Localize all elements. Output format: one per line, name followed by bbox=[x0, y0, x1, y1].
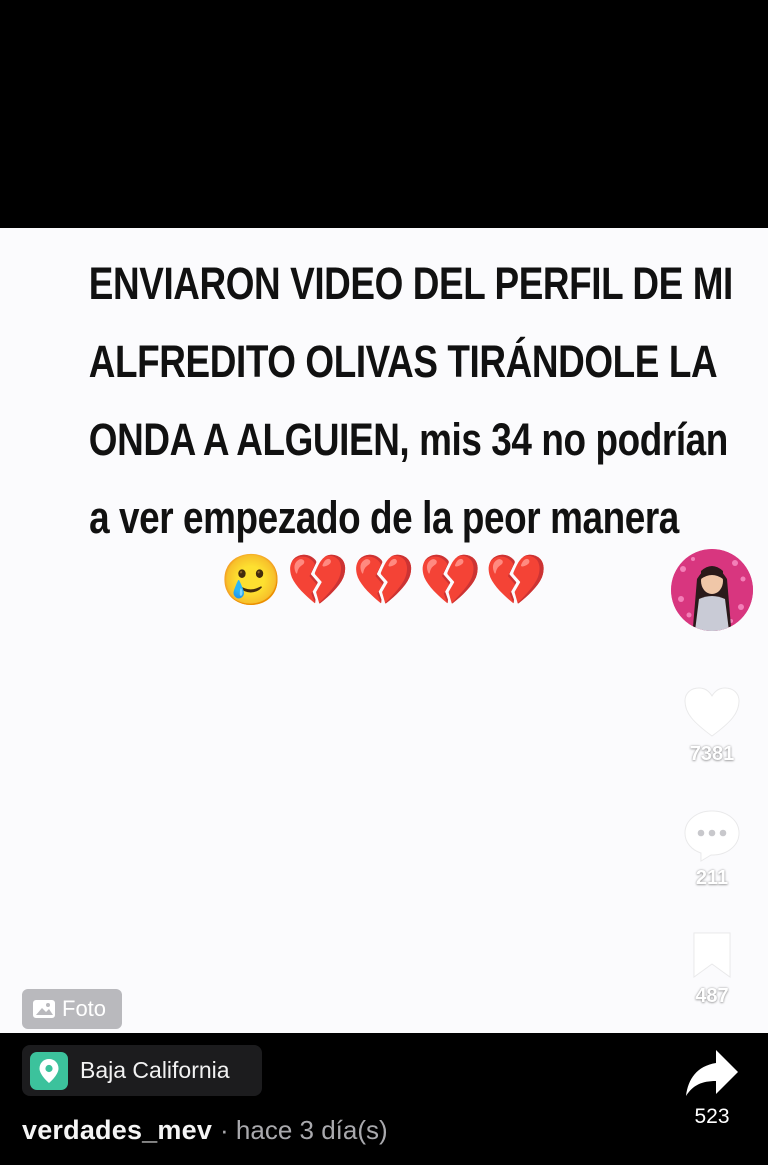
share-arrow-icon bbox=[686, 1050, 738, 1096]
author-avatar[interactable] bbox=[671, 549, 753, 631]
broken-heart-emoji: 💔 bbox=[485, 551, 548, 609]
media-type-badge: Foto bbox=[22, 989, 122, 1029]
tearful-smile-emoji: 🥲 bbox=[220, 551, 283, 609]
broken-heart-emoji: 💔 bbox=[286, 551, 349, 609]
comment-count: 211 bbox=[695, 867, 729, 889]
post-text-line: ALFREDITO OLIVAS TIRÁNDOLE LA bbox=[88, 336, 718, 387]
location-pin-icon bbox=[30, 1051, 68, 1090]
post-text-line: ONDA A ALGUIEN, mis 34 no podrían bbox=[88, 414, 729, 465]
like-button[interactable]: 7381 bbox=[680, 686, 744, 766]
comment-bubble-icon bbox=[684, 810, 740, 862]
broken-heart-emoji: 💔 bbox=[419, 551, 482, 609]
like-count: 7381 bbox=[689, 743, 735, 765]
location-chip[interactable]: Baja California bbox=[22, 1045, 262, 1096]
share-button[interactable]: 523 bbox=[680, 1048, 744, 1129]
post-timestamp: · hace 3 día(s) bbox=[220, 1115, 388, 1145]
heart-icon bbox=[684, 687, 740, 737]
save-button[interactable]: 487 bbox=[680, 930, 744, 1008]
post-caption-image-text: ENVIARON VIDEO DEL PERFIL DE MI ALFREDIT… bbox=[88, 245, 733, 557]
image-icon bbox=[33, 1000, 55, 1018]
post-emoji-row: 🥲 💔 💔 💔 💔 bbox=[0, 548, 768, 612]
author-username[interactable]: verdades_mev bbox=[22, 1115, 212, 1146]
media-type-label: Foto bbox=[62, 996, 107, 1021]
post-text-line: ENVIARON VIDEO DEL PERFIL DE MI bbox=[88, 258, 733, 309]
location-label: Baja California bbox=[80, 1057, 230, 1083]
broken-heart-emoji: 💔 bbox=[352, 551, 416, 609]
post-text-line: a ver empezado de la peor manera bbox=[89, 492, 679, 543]
comment-button[interactable]: 211 bbox=[680, 808, 744, 890]
save-count: 487 bbox=[695, 985, 729, 1007]
share-count: 523 bbox=[694, 1105, 730, 1128]
post-screen: ENVIARON VIDEO DEL PERFIL DE MI ALFREDIT… bbox=[0, 0, 768, 1165]
bookmark-icon bbox=[693, 932, 731, 978]
post-meta: verdades_mev · hace 3 día(s) bbox=[22, 1115, 388, 1155]
